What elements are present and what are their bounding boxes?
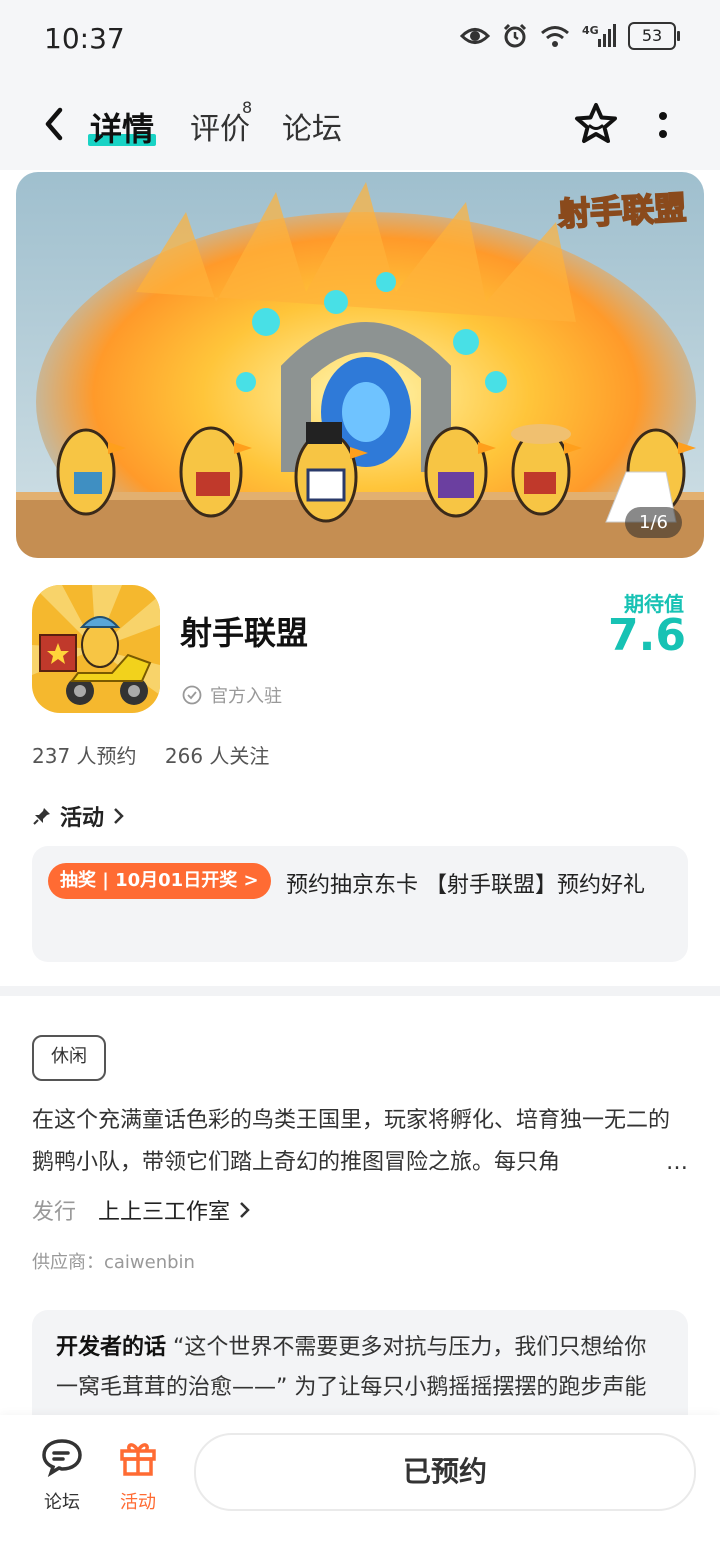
chevron-right-icon [240,1202,250,1218]
signal-icon: 4G [582,24,616,47]
reserved-button[interactable]: 已预约 [194,1433,696,1511]
bottom-activity-button[interactable]: 活动 [108,1437,168,1514]
wifi-icon [541,26,569,47]
bottom-activity-label: 活动 [120,1492,156,1513]
back-arrow-icon[interactable] [36,102,76,146]
svg-text:4G: 4G [582,24,599,37]
banner-game-logo: 射手联盟 [556,188,688,235]
developer-note-card[interactable]: 开发者的话 “这个世界不需要更多对抗与压力，我们只想给你一窝毛茸茸的治愈——” … [32,1310,688,1430]
chevron-right-icon [114,808,124,824]
description-ellipsis: … [662,1142,688,1184]
publisher-label: 发行 [32,1200,77,1225]
more-options-icon[interactable] [648,104,678,148]
reviews-count-badge: 8 [242,98,253,117]
publisher-row[interactable]: 发行 上上三工作室 [32,1194,252,1226]
expectation-score-value: 7.6 [608,610,686,661]
official-badge: 官方入驻 [182,682,282,708]
bottom-forum-button[interactable]: 论坛 [32,1437,92,1514]
reservation-count: 237 人预约 [32,744,137,768]
check-circle-icon [182,685,202,705]
eye-icon [460,28,490,44]
alarm-icon [503,23,527,48]
forum-chat-icon [42,1439,82,1478]
bottom-forum-label: 论坛 [44,1492,80,1513]
stats-row: 237 人预约 266 人关注 [32,740,291,769]
game-banner[interactable]: 射手联盟 1/6 [16,172,704,558]
activity-card[interactable]: 预约抽京东卡 【射手联盟】预约好礼 抽奖 | 10月01日开奖 > [32,846,688,962]
activity-section-header[interactable]: 活动 [32,800,126,832]
gift-icon [120,1443,156,1476]
battery-indicator: 53 [628,22,680,50]
status-time: 10:37 [44,22,125,55]
developer-note-title: 开发者的话 [56,1335,167,1360]
app-title: 射手联盟 [180,614,309,652]
genre-tag[interactable]: 休闲 [32,1035,106,1081]
official-label: 官方入驻 [210,686,282,707]
description-text: 在这个充满童话色彩的鸟类王国里，玩家将孵化、培育独一无二的鹅鸭小队，带领它们踏上… [32,1108,671,1175]
section-divider [0,986,720,996]
game-description[interactable]: 在这个充满童话色彩的鸟类王国里，玩家将孵化、培育独一无二的鹅鸭小队，带领它们踏上… [32,1100,688,1184]
bottom-action-bar: 论坛 活动 已预约 [0,1415,720,1560]
tab-forum[interactable]: 论坛 [282,104,342,148]
banner-page-counter: 1/6 [625,507,682,538]
tab-reviews[interactable]: 评价 [190,104,250,148]
status-icons: 4G 53 [460,22,680,50]
publisher-value: 上上三工作室 [98,1194,252,1226]
tab-details[interactable]: 详情 [90,104,154,150]
lottery-tag: 抽奖 | 10月01日开奖 > [48,863,271,899]
star-favorite-icon[interactable] [572,100,620,148]
status-bar: 10:37 4G 53 [0,0,720,80]
publisher-name: 上上三工作室 [98,1200,231,1225]
activity-section-title: 活动 [60,806,105,831]
top-nav: 详情 评价 8 论坛 [0,80,720,170]
supplier-info: 供应商：caiwenbin [32,1252,195,1273]
follower-count: 266 人关注 [164,744,270,768]
app-icon [32,585,160,713]
pin-icon [33,808,50,825]
